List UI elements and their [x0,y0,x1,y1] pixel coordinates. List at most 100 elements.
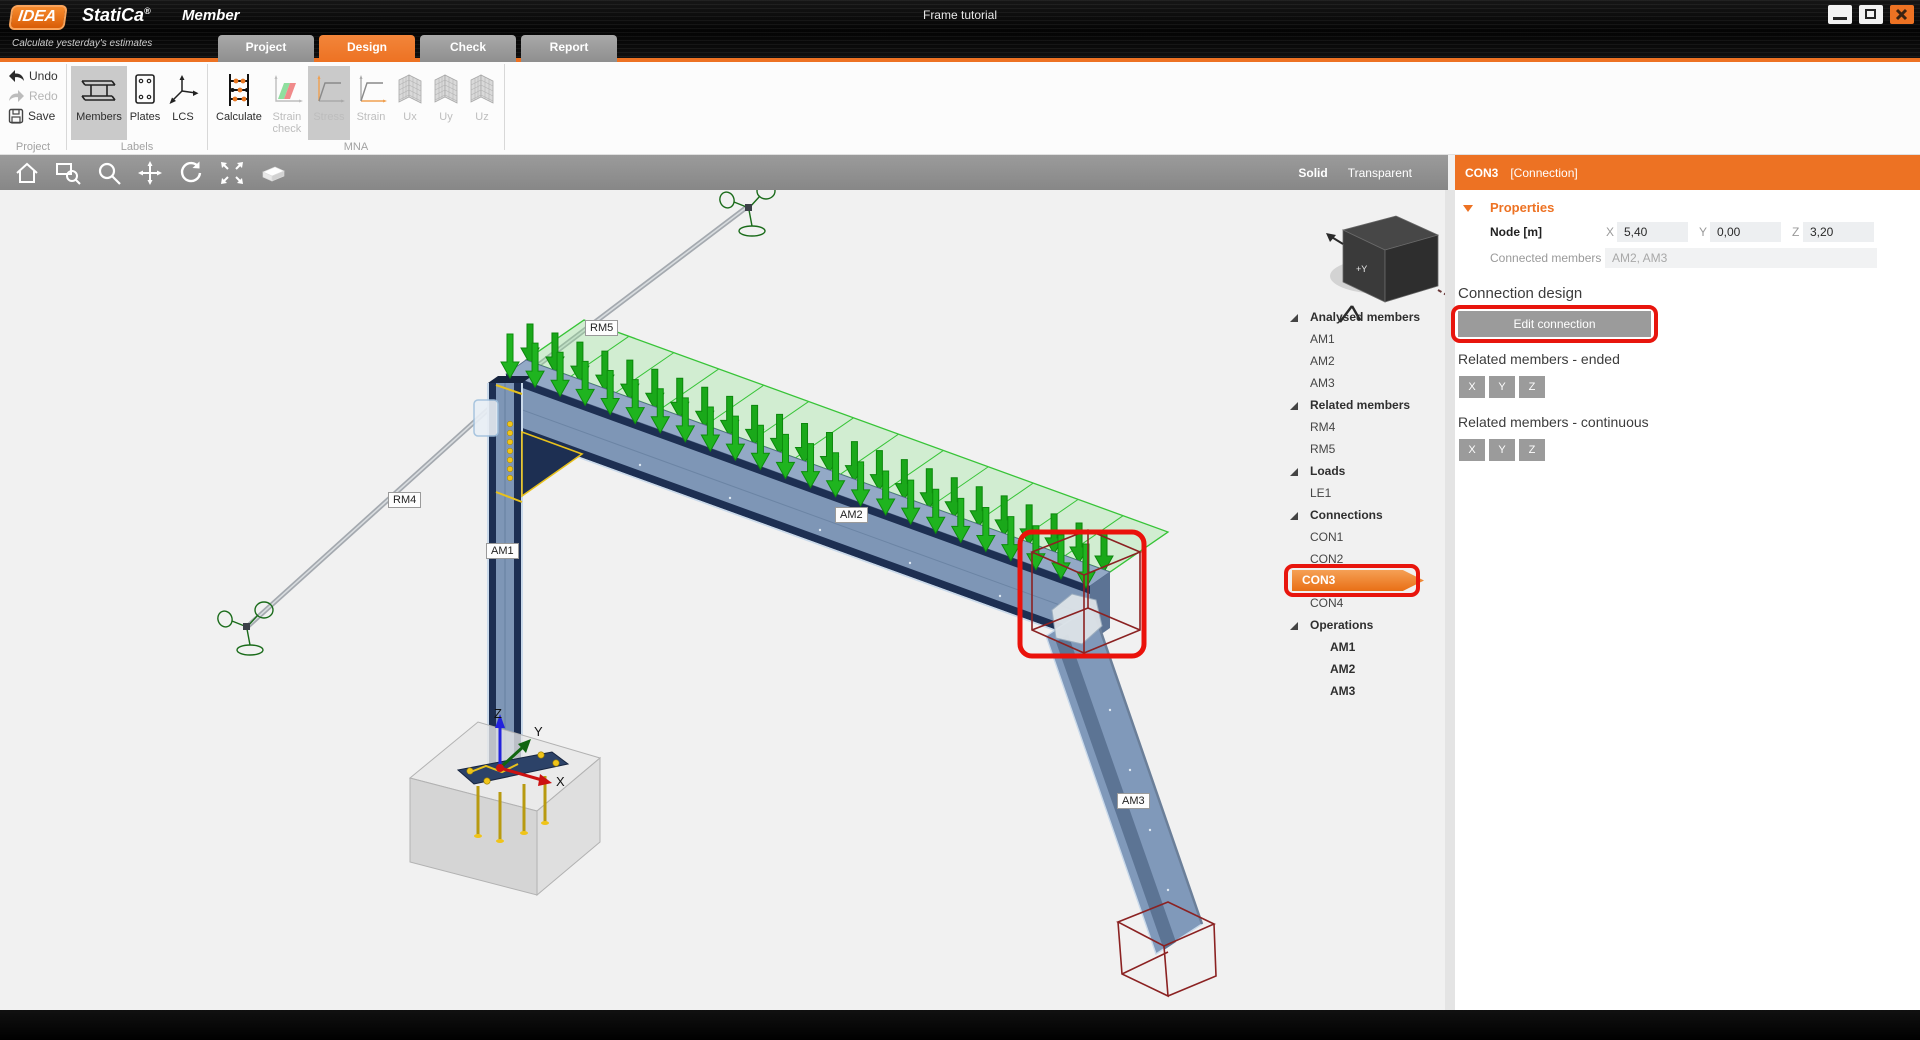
members-button[interactable]: Members [71,66,127,140]
related-continuous-x-button[interactable]: X [1459,439,1485,461]
tree-item-am3[interactable]: AM3 [1280,372,1442,394]
uz-mesh-icon [467,69,497,111]
tab-check[interactable]: Check [420,35,516,62]
tree-item-operation-am2[interactable]: AM2 [1280,658,1442,680]
related-ended-z-button[interactable]: Z [1519,376,1545,398]
node-x-input[interactable]: 5,40 [1617,222,1688,242]
plates-button[interactable]: Plates [127,66,163,140]
solid-view-icon[interactable] [259,159,287,187]
save-icon [8,108,24,124]
properties-collapse-icon[interactable] [1463,205,1473,212]
expander-icon[interactable] [1290,314,1298,322]
home-icon[interactable] [13,159,41,187]
title-bar: IDEA StatiCa® Member Calculate yesterday… [0,0,1920,62]
tree-section-label: Connections [1310,508,1383,522]
node-z-input[interactable]: 3,20 [1803,222,1874,242]
tree-item-con1[interactable]: CON1 [1280,526,1442,548]
calculate-button[interactable]: Calculate [212,66,266,140]
uy-button[interactable]: Uy [428,66,464,140]
solid-mode-button[interactable]: Solid [1298,166,1327,180]
window-controls [1828,5,1914,24]
calculate-label: Calculate [216,111,262,123]
related-continuous-xyz: X Y Z [1459,439,1545,461]
related-ended-xyz: X Y Z [1459,376,1545,398]
stress-button[interactable]: Stress [308,66,350,140]
strain-icon [354,69,388,111]
related-ended-y-button[interactable]: Y [1489,376,1515,398]
calculate-icon [222,69,256,111]
tab-report[interactable]: Report [521,35,617,62]
expander-icon[interactable] [1290,468,1298,476]
tree-section-analysed-members[interactable]: Analysed members [1280,306,1442,328]
tree-item-am1[interactable]: AM1 [1280,328,1442,350]
uy-label: Uy [439,111,452,123]
tree-section-connections[interactable]: Connections [1280,504,1442,526]
foundation-block [410,722,600,895]
tree-item-operation-am1[interactable]: AM1 [1280,636,1442,658]
properties-heading: Properties [1490,200,1554,215]
rotate-icon[interactable] [177,159,205,187]
node-y-input[interactable]: 0,00 [1710,222,1781,242]
undo-icon [8,69,25,83]
tree-section-label: Operations [1310,618,1373,632]
close-button[interactable] [1890,5,1914,24]
tab-project[interactable]: Project [218,35,314,62]
ribbon-tabs: Project Design Check Report [218,35,617,62]
ux-label: Ux [403,111,416,123]
tab-design[interactable]: Design [319,35,415,62]
maximize-icon [1865,9,1876,19]
expander-icon[interactable] [1290,622,1298,630]
tree-section-loads[interactable]: Loads [1280,460,1442,482]
connection-design-heading: Connection design [1458,285,1582,302]
tree-section-related-members[interactable]: Related members [1280,394,1442,416]
save-label: Save [28,109,55,123]
connected-members-label: Connected members [1490,251,1601,265]
redo-button[interactable]: Redo [4,86,62,105]
maximize-button[interactable] [1859,5,1883,24]
strain-button[interactable]: Strain [350,66,392,140]
lcs-button[interactable]: LCS [163,66,203,140]
support-icon [718,190,775,236]
ux-button[interactable]: Ux [392,66,428,140]
tree-item-con4[interactable]: CON4 [1280,592,1442,614]
ribbon-separator [504,64,505,150]
tree-item-con2[interactable]: CON2 [1280,548,1442,570]
node-z-label: Z [1792,225,1799,239]
tree-section-label: Related members [1310,398,1410,412]
related-ended-x-button[interactable]: X [1459,376,1485,398]
undo-button[interactable]: Undo [4,66,62,85]
related-continuous-z-button[interactable]: Z [1519,439,1545,461]
tree-item-rm5[interactable]: RM5 [1280,438,1442,460]
connected-members-value: AM2, AM3 [1605,248,1877,268]
minimize-button[interactable] [1828,5,1852,24]
related-member-rm4-line[interactable] [247,406,492,627]
pan-icon[interactable] [136,159,164,187]
zoom-window-icon[interactable] [54,159,82,187]
strain-check-button[interactable]: Strain check [266,66,308,140]
scene-label-am3: AM3 [1117,793,1150,809]
related-continuous-y-button[interactable]: Y [1489,439,1515,461]
axis-label-z: Z [494,706,502,721]
save-button[interactable]: Save [4,106,62,125]
tree-item-rm4[interactable]: RM4 [1280,416,1442,438]
node-y-label: Y [1699,225,1707,239]
tree-item-am2[interactable]: AM2 [1280,350,1442,372]
uz-button[interactable]: Uz [464,66,500,140]
tree-item-con3[interactable]: CON3 [1292,570,1424,591]
zoom-icon[interactable] [95,159,123,187]
transparent-mode-button[interactable]: Transparent [1348,166,1412,180]
viewport-3d[interactable]: Z Y X [0,190,1445,1010]
fit-view-icon[interactable] [218,159,246,187]
lcs-icon [166,69,200,111]
tree-item-operation-am3[interactable]: AM3 [1280,680,1442,702]
view-toolbar: Solid Transparent [0,155,1448,190]
ux-mesh-icon [395,69,425,111]
ribbon-group-labels: Members Plates [67,62,207,154]
uy-mesh-icon [431,69,461,111]
edit-connection-button[interactable]: Edit connection [1458,311,1651,337]
node-x-label: X [1606,225,1614,239]
expander-icon[interactable] [1290,402,1298,410]
tree-section-operations[interactable]: Operations [1280,614,1442,636]
expander-icon[interactable] [1290,512,1298,520]
tree-item-le1[interactable]: LE1 [1280,482,1442,504]
